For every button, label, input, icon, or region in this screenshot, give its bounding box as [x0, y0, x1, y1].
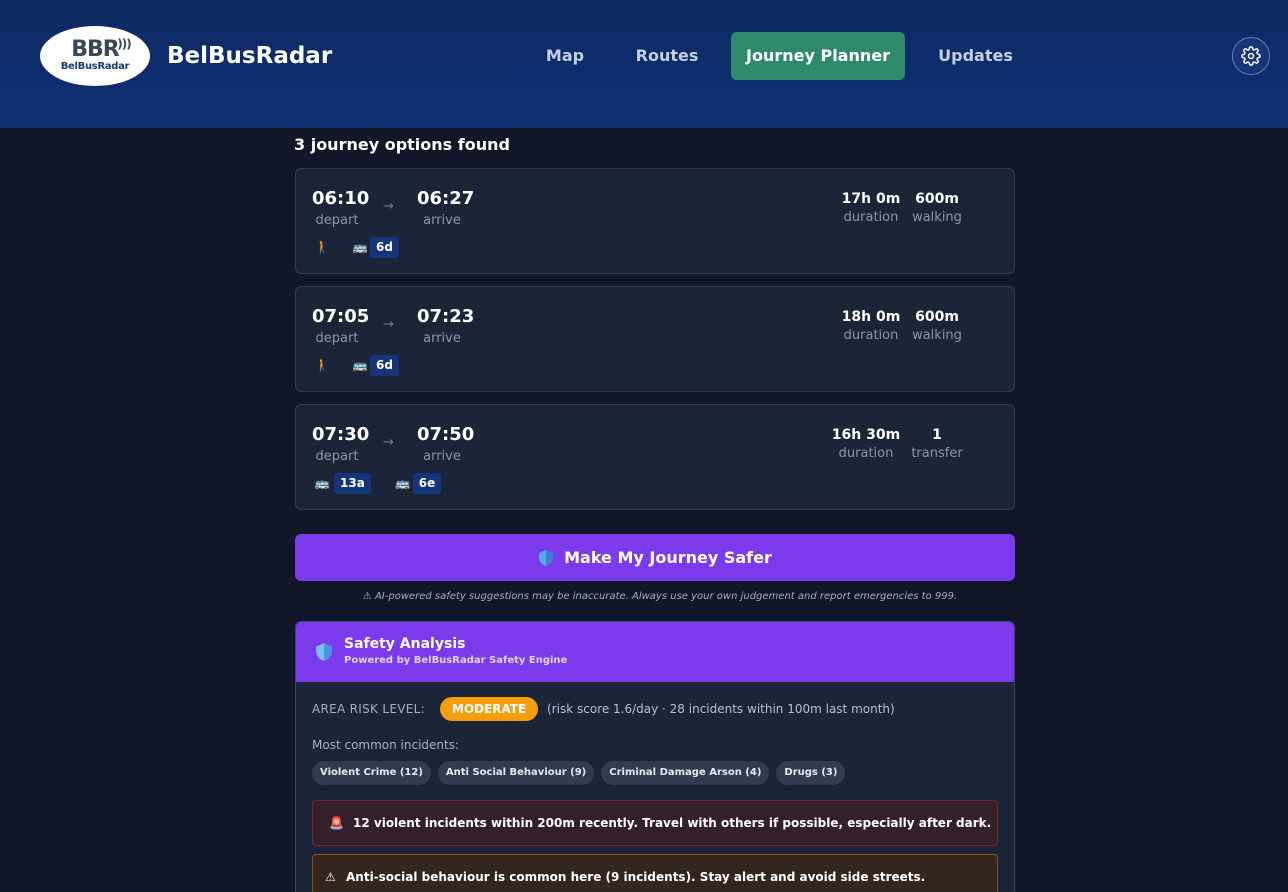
risk-level-label: AREA RISK LEVEL: — [312, 702, 425, 716]
alert-text: Anti-social behaviour is common here (9 … — [346, 870, 926, 884]
incident-tag: Criminal Damage Arson (4) — [601, 761, 770, 785]
results-count: 3 journey options found — [294, 135, 510, 154]
gear-icon — [1241, 46, 1261, 66]
warning-icon: ⚠ — [325, 870, 336, 884]
violent-crime-alert: 🚨 12 violent incidents within 200m recen… — [312, 800, 998, 846]
shield-icon — [316, 643, 332, 661]
walking-distance: 600m — [915, 309, 959, 325]
risk-level-badge: MODERATE — [440, 697, 539, 721]
antisocial-alert: ⚠ Anti-social behaviour is common here (… — [312, 854, 998, 892]
safety-header: Safety Analysis Powered by BelBusRadar S… — [296, 622, 1014, 682]
safety-subtitle: Powered by BelBusRadar Safety Engine — [344, 655, 568, 666]
walking-label: walking — [912, 210, 962, 225]
safety-title: Safety Analysis — [344, 636, 466, 652]
duration-label: duration — [843, 328, 899, 343]
arrive-label: arrive — [423, 449, 461, 464]
walking-distance: 600m — [915, 191, 959, 207]
depart-label: depart — [315, 449, 359, 464]
app-header: BBR ))) BelBusRadar BelBusRadar Map Rout… — [0, 0, 1288, 128]
nav-map[interactable]: Map — [527, 32, 603, 80]
walking-icon: 🚶 — [314, 240, 330, 254]
route-badge: 13a — [334, 472, 371, 494]
arrow-icon: → — [383, 199, 394, 214]
safety-analysis-panel: Safety Analysis Powered by BelBusRadar S… — [295, 621, 1015, 892]
transfer-label: transfer — [911, 446, 963, 461]
arrive-time: 07:23 — [417, 306, 475, 327]
walking-icon: 🚶 — [314, 358, 330, 372]
nav-updates[interactable]: Updates — [924, 32, 1027, 80]
duration-label: duration — [843, 210, 899, 225]
depart-time: 07:05 — [312, 306, 370, 327]
siren-icon: 🚨 — [329, 816, 344, 830]
duration-label: duration — [838, 446, 894, 461]
bus-icon: 🚌 — [352, 240, 368, 254]
bus-icon: 🚌 — [352, 358, 368, 372]
journey-duration: 18h 0m — [841, 309, 901, 325]
shield-icon — [539, 549, 554, 566]
journey-option-2[interactable]: 07:05 depart → 07:23 arrive 18h 0m durat… — [295, 286, 1015, 392]
arrow-icon: → — [383, 317, 394, 332]
journey-duration: 17h 0m — [841, 191, 901, 207]
ai-disclaimer: ⚠ AI-powered safety suggestions may be i… — [362, 591, 958, 602]
arrive-time: 07:50 — [417, 424, 475, 445]
nav-journey-planner[interactable]: Journey Planner — [731, 32, 905, 80]
journey-legs: 🚶 🚌 6d — [312, 236, 399, 258]
route-badge: 6d — [370, 236, 399, 258]
depart-label: depart — [315, 213, 359, 228]
journey-legs: 🚌 13a 🚌 6e — [312, 472, 442, 494]
incident-tag: Drugs (3) — [776, 761, 846, 785]
arrow-icon: → — [383, 435, 394, 450]
incident-tags: Violent Crime (12) Anti Social Behaviour… — [312, 761, 846, 785]
depart-time: 07:30 — [312, 424, 370, 445]
settings-button[interactable] — [1232, 37, 1270, 75]
bus-icon: 🚌 — [314, 476, 330, 490]
journey-legs: 🚶 🚌 6d — [312, 354, 399, 376]
nav-routes[interactable]: Routes — [622, 32, 712, 80]
arrive-label: arrive — [423, 331, 461, 346]
main-nav: Map Routes Journey Planner Updates — [0, 32, 1288, 80]
journey-option-3[interactable]: 07:30 depart → 07:50 arrive 16h 30m dura… — [295, 404, 1015, 510]
journey-option-1[interactable]: 06:10 depart → 06:27 arrive 17h 0m durat… — [295, 168, 1015, 274]
bus-icon: 🚌 — [395, 476, 411, 490]
route-badge: 6e — [412, 472, 442, 494]
alert-text: 12 violent incidents within 200m recentl… — [353, 816, 992, 830]
incident-tag: Violent Crime (12) — [312, 761, 431, 785]
risk-detail: (risk score 1.6/day · 28 incidents withi… — [547, 702, 895, 716]
make-journey-safer-button[interactable]: Make My Journey Safer — [295, 534, 1015, 581]
arrive-time: 06:27 — [417, 188, 475, 209]
transfer-count: 1 — [932, 427, 942, 443]
common-incidents-label: Most common incidents: — [312, 738, 460, 752]
depart-time: 06:10 — [312, 188, 370, 209]
incident-tag: Anti Social Behaviour (9) — [437, 761, 595, 785]
journey-duration: 16h 30m — [831, 427, 901, 443]
route-badge: 6d — [370, 354, 399, 376]
arrive-label: arrive — [423, 213, 461, 228]
walking-label: walking — [912, 328, 962, 343]
depart-label: depart — [315, 331, 359, 346]
safer-button-label: Make My Journey Safer — [564, 548, 772, 567]
